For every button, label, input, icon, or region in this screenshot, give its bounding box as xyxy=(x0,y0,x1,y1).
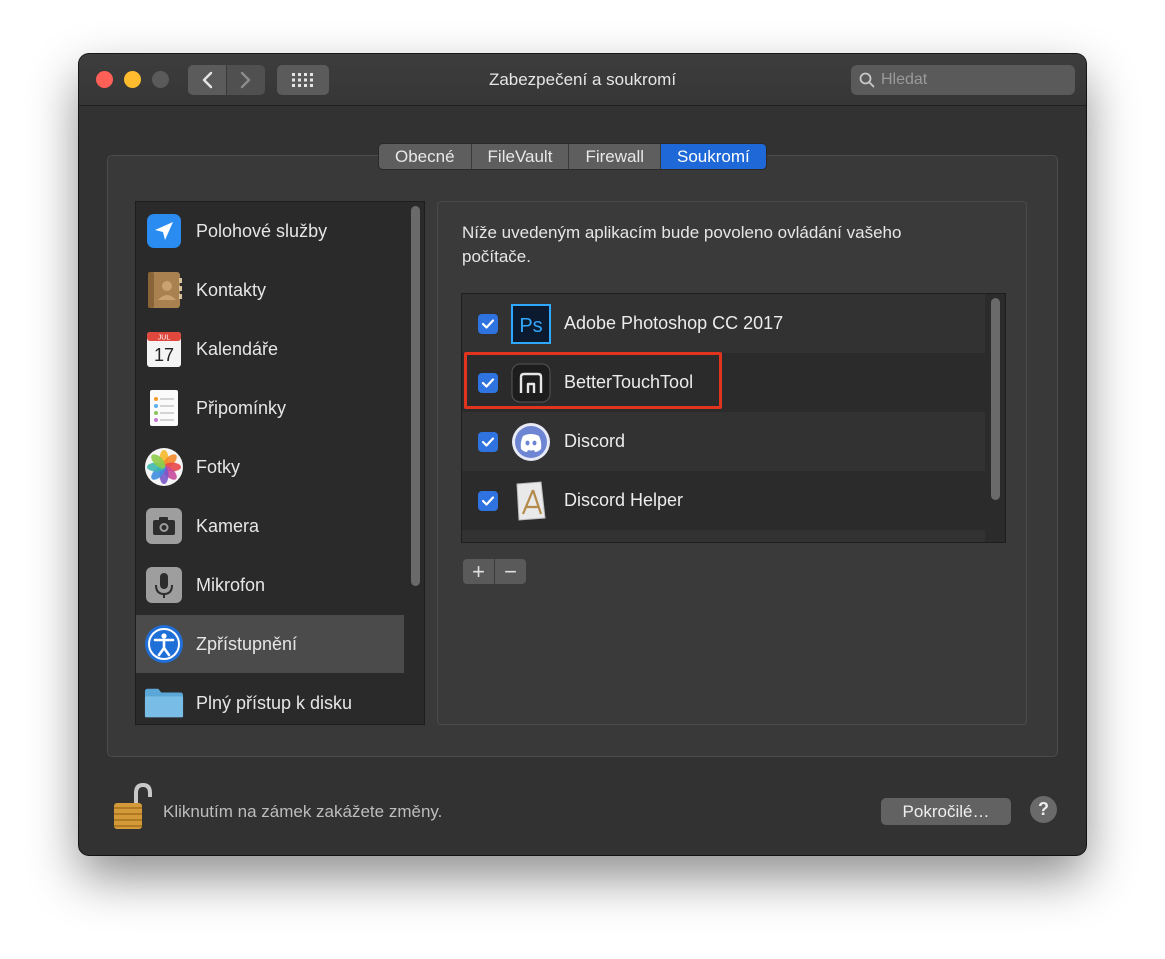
sidebar-item-accessibility[interactable]: Zpřístupnění xyxy=(136,615,404,673)
app-checkbox[interactable] xyxy=(478,431,498,452)
app-checkbox[interactable] xyxy=(478,372,498,393)
sidebar-item-camera[interactable]: Kamera xyxy=(136,497,404,555)
sidebar-item-calendars[interactable]: JUL 17 Kalendáře xyxy=(136,320,404,378)
titlebar: Zabezpečení a soukromí xyxy=(79,54,1086,106)
system-preferences-window: Zabezpečení a soukromí Obecné FileVault … xyxy=(79,54,1086,855)
discord-icon xyxy=(510,421,552,463)
app-name: Discord Helper xyxy=(564,490,684,510)
sidebar-item-label: Kalendáře xyxy=(196,338,279,359)
contacts-book-icon xyxy=(144,270,184,310)
privacy-category-list: Polohové služby Kontakty JUL 17 Kalendář… xyxy=(135,201,425,725)
checkmark-icon xyxy=(481,318,495,329)
location-arrow-icon xyxy=(144,211,184,251)
sidebar-item-photos[interactable]: Fotky xyxy=(136,438,404,496)
sidebar-item-reminders[interactable]: Připomínky xyxy=(136,379,404,437)
app-row-partial[interactable] xyxy=(462,530,985,542)
panel-description: Níže uvedeným aplikacím bude povoleno ov… xyxy=(462,223,902,266)
app-row-discord[interactable]: Discord xyxy=(462,412,985,471)
app-name: BetterTouchTool xyxy=(564,372,694,392)
lock-icon[interactable] xyxy=(108,781,154,831)
sidebar-item-location-services[interactable]: Polohové služby xyxy=(136,202,404,260)
calendar-day-text: 17 xyxy=(154,345,174,365)
sidebar-item-label: Mikrofon xyxy=(196,574,266,595)
accessibility-icon xyxy=(144,624,184,664)
tab-privacy[interactable]: Soukromí xyxy=(661,144,766,169)
sidebar-item-contacts[interactable]: Kontakty xyxy=(136,261,404,319)
app-checkbox[interactable] xyxy=(478,490,498,511)
search-input[interactable] xyxy=(881,71,1061,89)
app-list: Ps Adobe Photoshop CC 2017 BetterTouchTo… xyxy=(461,293,1006,543)
calendar-icon: JUL 17 xyxy=(144,329,184,369)
sidebar-item-label: Zpřístupnění xyxy=(196,633,298,654)
photos-flower-icon xyxy=(144,447,184,487)
accessibility-panel: Níže uvedeným aplikacím bude povoleno ov… xyxy=(437,201,1027,725)
folder-icon xyxy=(144,683,184,723)
camera-icon xyxy=(144,506,184,546)
checkmark-icon xyxy=(481,495,495,506)
reminders-icon xyxy=(144,388,184,428)
app-row-bettertouchtool[interactable]: BetterTouchTool xyxy=(462,353,985,412)
sidebar-item-microphone[interactable]: Mikrofon xyxy=(136,556,404,614)
photoshop-icon: Ps xyxy=(510,303,552,345)
search-icon xyxy=(859,72,875,88)
checkmark-icon xyxy=(481,436,495,447)
sidebar-item-label: Kontakty xyxy=(196,279,267,300)
app-name: Adobe Photoshop CC 2017 xyxy=(564,313,784,333)
tab-general[interactable]: Obecné xyxy=(379,144,472,169)
bettertouchtool-icon xyxy=(510,362,552,404)
remove-app-button[interactable]: − xyxy=(495,559,526,584)
checkmark-icon xyxy=(481,377,495,388)
sidebar-item-label: Kamera xyxy=(196,515,260,536)
microphone-icon xyxy=(144,565,184,605)
discord-helper-app-icon xyxy=(510,480,552,522)
lock-status-text: Kliknutím na zámek zakážete změny. xyxy=(163,802,443,821)
tab-firewall[interactable]: Firewall xyxy=(569,144,661,169)
sidebar-scrollbar[interactable] xyxy=(411,206,420,586)
search-field[interactable] xyxy=(851,65,1075,95)
advanced-button[interactable]: Pokročilé… xyxy=(881,798,1011,825)
app-list-scrollbar[interactable] xyxy=(991,298,1000,500)
add-app-button[interactable]: + xyxy=(463,559,494,584)
sidebar-item-label: Připomínky xyxy=(196,397,287,418)
calendar-month-text: JUL xyxy=(158,335,171,342)
sidebar-item-label: Plný přístup k disku xyxy=(196,692,353,713)
app-name: Discord xyxy=(564,431,626,451)
photoshop-icon-text: Ps xyxy=(519,315,542,337)
app-row-photoshop[interactable]: Ps Adobe Photoshop CC 2017 xyxy=(462,294,985,353)
tab-bar: Obecné FileVault Firewall Soukromí xyxy=(378,143,767,170)
sidebar-item-full-disk-access[interactable]: Plný přístup k disku xyxy=(136,674,404,724)
app-row-discord-helper[interactable]: Discord Helper xyxy=(462,471,985,530)
tab-filevault[interactable]: FileVault xyxy=(471,144,570,169)
help-button[interactable]: ? xyxy=(1030,796,1057,823)
app-checkbox[interactable] xyxy=(478,313,498,334)
sidebar-item-label: Fotky xyxy=(196,456,241,477)
sidebar-item-label: Polohové služby xyxy=(196,220,328,241)
